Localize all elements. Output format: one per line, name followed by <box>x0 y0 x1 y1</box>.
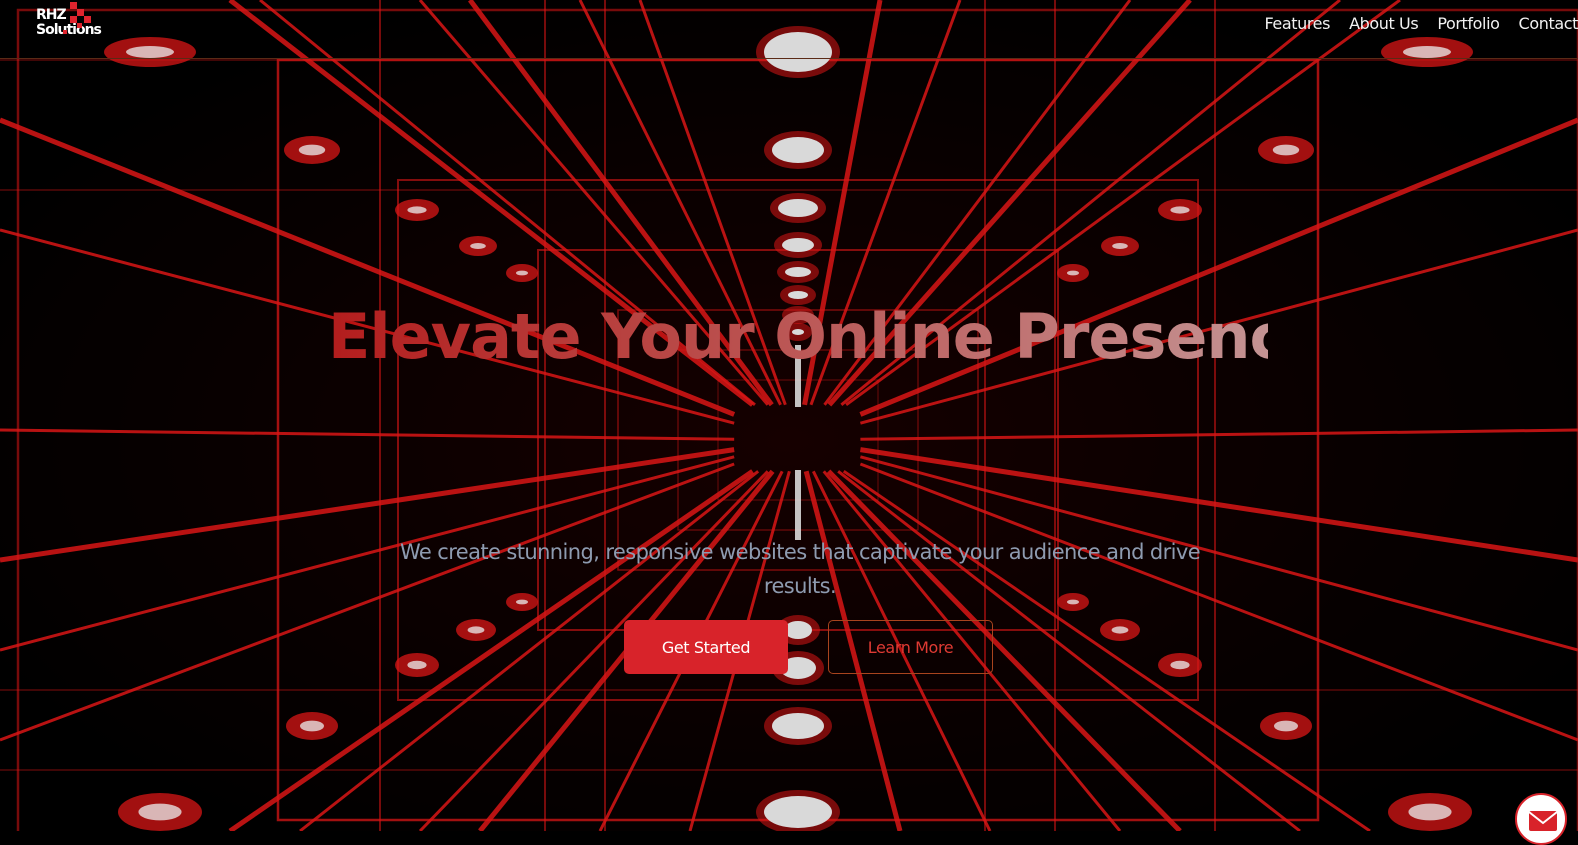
hero-headline: Elevate Your Online Presence <box>328 292 1327 382</box>
main-nav: Features About Us Portfolio Contact <box>1245 14 1578 34</box>
hero-subtext: We create stunning, responsive websites … <box>399 540 1201 598</box>
site-header: RHZ Solutions Features About Us Portfoli… <box>0 0 1578 59</box>
brand-logo[interactable]: RHZ Solutions <box>36 2 112 50</box>
logo-line2: Solutions <box>36 22 102 38</box>
mail-icon <box>1528 811 1558 831</box>
hero-headline-wrap: Elevate Your Online Presence <box>328 292 1327 382</box>
logo-line1: RHZ <box>36 7 67 23</box>
get-started-button[interactable]: Get Started <box>624 620 788 674</box>
nav-features[interactable]: Features <box>1264 14 1330 34</box>
nav-about-us[interactable]: About Us <box>1349 14 1419 34</box>
nav-portfolio[interactable]: Portfolio <box>1437 14 1500 34</box>
learn-more-button[interactable]: Learn More <box>828 620 993 674</box>
nav-contact[interactable]: Contact <box>1519 14 1578 34</box>
hero-background-corridor <box>0 0 1578 831</box>
floating-contact-button[interactable] <box>1515 793 1567 845</box>
